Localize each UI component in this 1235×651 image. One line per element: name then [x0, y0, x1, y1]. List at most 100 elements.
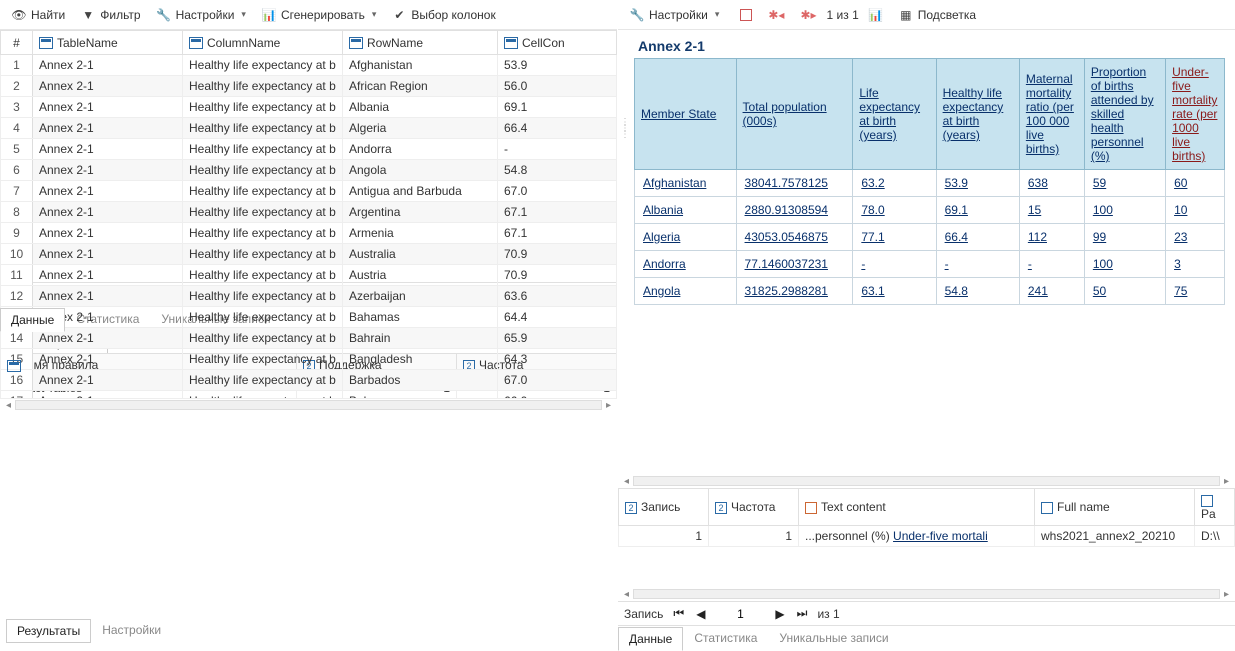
hdr-under5[interactable]: Under-five mortality rate (per 1000 live…	[1166, 59, 1225, 170]
nav-prev-hit[interactable]: ✱◂	[762, 6, 790, 24]
col-rowname[interactable]: RowName	[343, 31, 498, 55]
rl-col-freq[interactable]: 2Частота	[709, 489, 799, 526]
cell-pop[interactable]: 43053.0546875	[736, 224, 853, 251]
cell-pop[interactable]: 31825.2988281	[736, 278, 853, 305]
cell-healthy[interactable]: -	[936, 251, 1019, 278]
table-row[interactable]: 12 Annex 2-1 Healthy life expectancy at …	[1, 286, 617, 307]
rl-col-text[interactable]: Text content	[799, 489, 1035, 526]
table-row[interactable]: 16 Annex 2-1 Healthy life expectancy at …	[1, 370, 617, 391]
hdr-maternal[interactable]: Maternal mortality ratio (per 100 000 li…	[1019, 59, 1084, 170]
table-row[interactable]: 1 Annex 2-1 Healthy life expectancy at b…	[1, 55, 617, 76]
bottom-tab-results[interactable]: Результаты	[6, 619, 91, 643]
right-h-scroll[interactable]: ◂▸	[618, 474, 1235, 488]
h-scrollbar[interactable]: ◂▸	[0, 398, 617, 412]
table-row[interactable]: 17 Annex 2-1 Healthy life expectancy at …	[1, 391, 617, 399]
cell-pop[interactable]: 77.1460037231	[736, 251, 853, 278]
col-cellcontent[interactable]: CellCon	[498, 31, 617, 55]
annex-table[interactable]: Member State Total population (000s) Lif…	[634, 58, 1225, 305]
chart-btn[interactable]: 📊	[863, 6, 889, 24]
tab-unique[interactable]: Уникальные записи	[768, 626, 899, 650]
tab-data[interactable]: Данные	[618, 627, 683, 651]
cell-maternal[interactable]: 112	[1019, 224, 1084, 251]
cell-under5[interactable]: 3	[1166, 251, 1225, 278]
cell-member[interactable]: Albania	[635, 197, 737, 224]
cell-births[interactable]: 100	[1084, 197, 1165, 224]
nav-next-hit[interactable]: ✱▸	[794, 6, 822, 24]
nav-first[interactable]: ⏮	[671, 606, 686, 621]
table-row[interactable]: 8 Annex 2-1 Healthy life expectancy at b…	[1, 202, 617, 223]
nav-current[interactable]	[715, 607, 765, 621]
table-row[interactable]: Angola 31825.2988281 63.1 54.8 241 50 75	[635, 278, 1225, 305]
col-tablename[interactable]: TableName	[33, 31, 183, 55]
table-row[interactable]: 9 Annex 2-1 Healthy life expectancy at b…	[1, 223, 617, 244]
cell-maternal[interactable]: 241	[1019, 278, 1084, 305]
cell-maternal[interactable]: 638	[1019, 170, 1084, 197]
tab-stats[interactable]: Статистика	[683, 626, 768, 650]
table-row[interactable]: 10 Annex 2-1 Healthy life expectancy at …	[1, 244, 617, 265]
table-row[interactable]: Albania 2880.91308594 78.0 69.1 15 100 1…	[635, 197, 1225, 224]
columns-button[interactable]: ✔Выбор колонок	[386, 6, 501, 24]
cell-births[interactable]: 59	[1084, 170, 1165, 197]
cell-under5[interactable]: 75	[1166, 278, 1225, 305]
hdr-healthy[interactable]: Healthy life expectancy at birth (years)	[936, 59, 1019, 170]
cell-under5[interactable]: 23	[1166, 224, 1225, 251]
cell-life[interactable]: 63.1	[853, 278, 936, 305]
cell-life[interactable]: 63.2	[853, 170, 936, 197]
right-lower-h-scroll[interactable]: ◂▸	[618, 587, 1235, 601]
cell-member[interactable]: Afghanistan	[635, 170, 737, 197]
filter-button[interactable]: ▼Фильтр	[75, 6, 146, 24]
cell-member[interactable]: Algeria	[635, 224, 737, 251]
generate-button[interactable]: 📊Сгенерировать▾	[256, 6, 382, 24]
cell-member[interactable]: Andorra	[635, 251, 737, 278]
cell-life[interactable]: 78.0	[853, 197, 936, 224]
cell-life[interactable]: 77.1	[853, 224, 936, 251]
cell-births[interactable]: 100	[1084, 251, 1165, 278]
cell-healthy[interactable]: 69.1	[936, 197, 1019, 224]
rl-col-full[interactable]: Full name	[1035, 489, 1195, 526]
cell-births[interactable]: 99	[1084, 224, 1165, 251]
cell-under5[interactable]: 60	[1166, 170, 1225, 197]
nav-last[interactable]: ⏭	[795, 606, 810, 621]
cell-pop[interactable]: 38041.7578125	[736, 170, 853, 197]
cell-births[interactable]: 50	[1084, 278, 1165, 305]
toggle-a[interactable]	[734, 7, 758, 23]
table-row[interactable]: 7 Annex 2-1 Healthy life expectancy at b…	[1, 181, 617, 202]
hdr-pop[interactable]: Total population (000s)	[736, 59, 853, 170]
table-row[interactable]: Algeria 43053.0546875 77.1 66.4 112 99 2…	[635, 224, 1225, 251]
cell-life[interactable]: -	[853, 251, 936, 278]
col-columnname[interactable]: ColumnName	[183, 31, 343, 55]
cell-member[interactable]: Angola	[635, 278, 737, 305]
nav-prev[interactable]: ◀	[694, 607, 707, 621]
tab-data[interactable]: Данные	[0, 308, 65, 332]
settings-button[interactable]: 🔧Настройки▾	[151, 6, 252, 24]
cell-healthy[interactable]: 66.4	[936, 224, 1019, 251]
table-row[interactable]: 6 Annex 2-1 Healthy life expectancy at b…	[1, 160, 617, 181]
right-lower-grid[interactable]: 2Запись 2Частота Text content Full name …	[618, 488, 1235, 547]
hdr-life[interactable]: Life expectancy at birth (years)	[853, 59, 936, 170]
rl-col-path[interactable]: Pa	[1195, 489, 1235, 526]
table-row[interactable]: 4 Annex 2-1 Healthy life expectancy at b…	[1, 118, 617, 139]
cell-healthy[interactable]: 54.8	[936, 278, 1019, 305]
hdr-member[interactable]: Member State	[635, 59, 737, 170]
table-row[interactable]: 2 Annex 2-1 Healthy life expectancy at b…	[1, 76, 617, 97]
find-button[interactable]: 👁Найти	[6, 6, 71, 24]
right-settings[interactable]: 🔧Настройки▾	[624, 6, 725, 24]
table-row[interactable]: Afghanistan 38041.7578125 63.2 53.9 638 …	[635, 170, 1225, 197]
cell-pop[interactable]: 2880.91308594	[736, 197, 853, 224]
table-row[interactable]: 5 Annex 2-1 Healthy life expectancy at b…	[1, 139, 617, 160]
hdr-births[interactable]: Proportion of births attended by skilled…	[1084, 59, 1165, 170]
table-row[interactable]: 13 Annex 2-1 Healthy life expectancy at …	[1, 307, 617, 328]
rl-col-rec[interactable]: 2Запись	[619, 489, 709, 526]
table-row[interactable]: Andorra 77.1460037231 - - - 100 3	[635, 251, 1225, 278]
cell-healthy[interactable]: 53.9	[936, 170, 1019, 197]
left-grid[interactable]: # TableName ColumnName RowName CellCon 1…	[0, 30, 617, 398]
cell-under5[interactable]: 10	[1166, 197, 1225, 224]
col-num[interactable]: #	[1, 31, 33, 55]
table-row[interactable]: 3 Annex 2-1 Healthy life expectancy at b…	[1, 97, 617, 118]
drag-handle[interactable]: ⋮⋮⋮	[620, 120, 630, 138]
nav-next[interactable]: ▶	[773, 607, 786, 621]
cell-maternal[interactable]: 15	[1019, 197, 1084, 224]
highlight-btn[interactable]: ▦Подсветка	[893, 6, 982, 24]
table-row[interactable]: 15 Annex 2-1 Healthy life expectancy at …	[1, 349, 617, 370]
table-row[interactable]: 14 Annex 2-1 Healthy life expectancy at …	[1, 328, 617, 349]
